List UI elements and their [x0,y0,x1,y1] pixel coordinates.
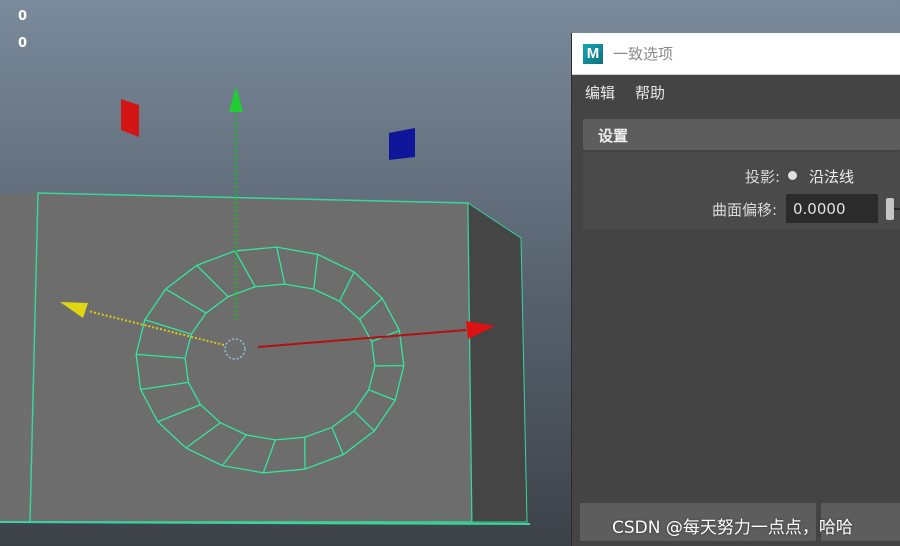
cube-front-face[interactable] [29,192,473,523]
along-normal-radio[interactable] [788,171,797,180]
csdn-watermark: CSDN @每天努力一点点，哈哈 [612,518,853,538]
surface-offset-input[interactable] [786,194,878,223]
window-titlebar[interactable]: M 一致选项 [572,33,900,75]
window-title: 一致选项 [613,45,674,63]
red-plane-handle[interactable] [121,99,139,137]
blue-plane-handle[interactable] [389,128,415,160]
cube-right-face [467,202,528,523]
projection-label: 投影: [744,168,780,186]
menu-bar: 编辑 帮助 [572,75,900,109]
y-axis-arrowhead[interactable] [229,86,243,112]
surface-offset-label: 曲面偏移: [711,201,777,219]
maya-logo-icon: M [583,43,603,64]
settings-section-header[interactable]: 设置 [583,119,900,150]
settings-section-body: 投影: 沿法线 曲面偏移: [583,152,900,230]
hud-value-2: 0 [18,36,28,51]
hud-value-1: 0 [18,9,28,24]
conform-options-window[interactable]: M 一致选项 编辑 帮助 设置 投影: 沿法线 曲面偏移: [571,33,900,546]
menu-edit[interactable]: 编辑 [585,82,615,103]
menu-help[interactable]: 帮助 [635,82,665,103]
settings-section-title: 设置 [598,127,629,145]
along-normal-label[interactable]: 沿法线 [809,166,854,187]
surface-offset-slider-handle[interactable] [886,198,894,220]
